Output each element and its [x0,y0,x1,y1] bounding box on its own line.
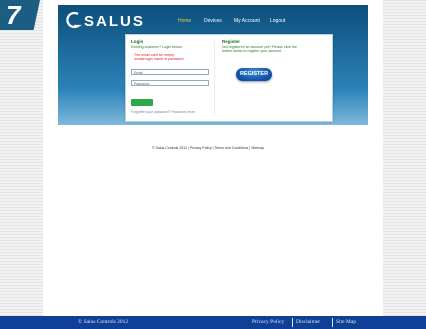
login-subtitle: Existing customer? Login below. [131,45,183,49]
password-field[interactable]: Password [131,80,209,86]
email-field[interactable]: Email [131,69,209,75]
nav-my-account[interactable]: My Account [234,13,260,29]
footer-copyright: © Salus Controls 2012 [78,319,129,325]
nav-home[interactable]: Home [178,13,191,29]
salus-logo: SALUS [66,11,145,30]
error-invalid-login: Invalid login name or password. [134,57,185,61]
column-divider [214,41,215,115]
register-button[interactable]: REGISTER [236,68,272,81]
site-header: SALUS Home Devices My Account Logout Log… [58,5,368,125]
footer-separator [332,318,333,327]
register-title: Register [222,39,241,44]
footer-separator [292,318,293,327]
step-number: 7 [6,0,21,30]
login-button[interactable] [131,99,153,106]
login-title: Login [131,39,144,44]
nav-devices[interactable]: Devices [204,13,222,29]
footer-privacy-link[interactable]: Privacy Policy [252,316,284,329]
footer-disclaimer-link[interactable]: Disclaimer [296,316,320,329]
forgot-password-link[interactable]: Forgotten your password? Password reset [131,110,195,114]
register-text-line2: button below to register your account. [222,49,282,53]
login-register-panel: Login Existing customer? Login below. Th… [125,34,333,122]
footer-bar: © Salus Controls 2012 Privacy Policy Dis… [0,316,426,329]
logo-text: SALUS [84,13,145,30]
nav-logout[interactable]: Logout [270,13,285,29]
footer-sitemap-link[interactable]: Site Map [336,316,356,329]
browser-page: SALUS Home Devices My Account Logout Log… [43,0,383,316]
page-footer-links[interactable]: © Salus Controls 2012 | Privacy Policy |… [152,146,264,150]
